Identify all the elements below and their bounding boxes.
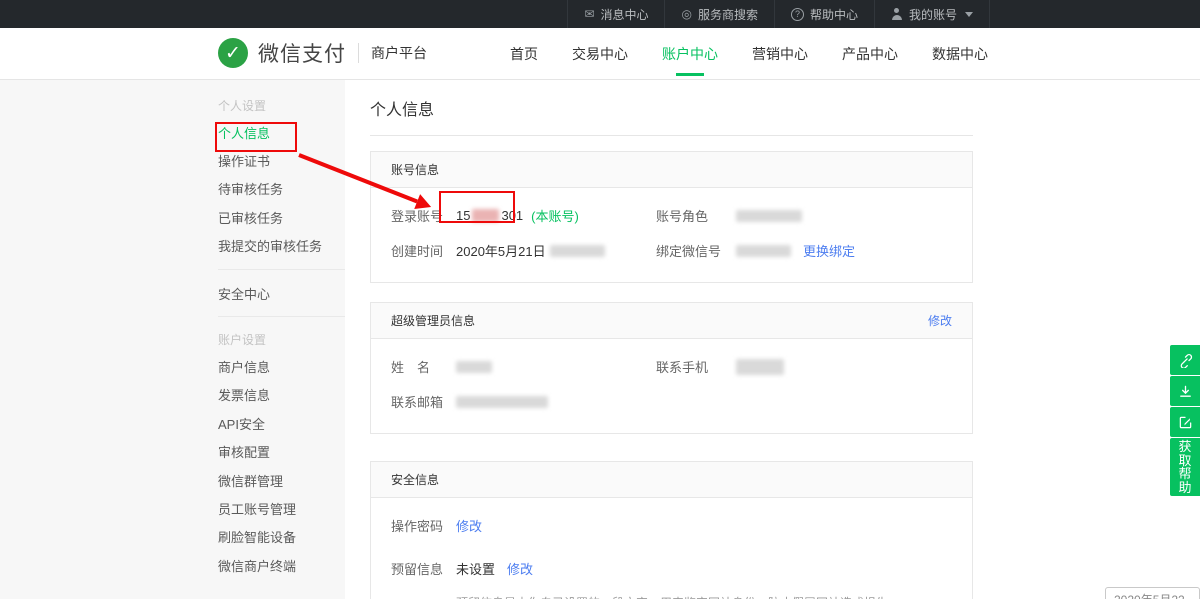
account-role-value-redacted — [736, 210, 802, 222]
link-button[interactable] — [1170, 345, 1200, 375]
message-icon: ✉ — [584, 8, 594, 20]
feedback-button[interactable] — [1170, 407, 1200, 437]
sidebar-item-reviewed-tasks[interactable]: 已审核任务 — [218, 203, 345, 231]
page-title: 个人信息 — [370, 80, 973, 120]
service-provider-search-label: 服务商搜索 — [698, 6, 758, 23]
help-center-label: 帮助中心 — [810, 6, 858, 23]
sidebar-item-staff-account-mgmt[interactable]: 员工账号管理 — [218, 494, 345, 522]
nav-marketing-center[interactable]: 营销中心 — [750, 40, 810, 68]
change-binding-link[interactable]: 更换绑定 — [803, 241, 855, 260]
wechat-pay-logo-icon: ✓ — [218, 38, 248, 68]
primary-nav: 首页 交易中心 账户中心 营销中心 产品中心 数据中心 — [508, 28, 990, 80]
top-utility-menu: ✉ 消息中心 ◎ 服务商搜索 ? 帮助中心 我的账号 — [567, 0, 990, 28]
message-center-link[interactable]: ✉ 消息中心 — [567, 0, 664, 28]
floating-toolbar: 获取帮助 — [1170, 345, 1200, 496]
search-icon: ◎ — [681, 8, 691, 20]
portal-name: 商户平台 — [371, 43, 427, 63]
message-center-label: 消息中心 — [600, 6, 648, 23]
security-info-card: 安全信息 操作密码 修改 预留信息 未设置 修改 预留信息是由你自己设置的一段文… — [370, 461, 973, 599]
sidebar-item-my-submitted-tasks[interactable]: 我提交的审核任务 — [218, 232, 345, 260]
annotation-box-login-account — [439, 191, 515, 223]
help-icon: ? — [791, 8, 804, 21]
super-admin-title: 超级管理员信息 — [391, 312, 475, 329]
name-value-redacted — [456, 361, 492, 373]
sidebar-item-merchant-info[interactable]: 商户信息 — [218, 352, 345, 380]
current-account-tag: (本账号) — [531, 206, 579, 225]
sidebar-item-security-center[interactable]: 安全中心 — [218, 279, 345, 307]
nav-home[interactable]: 首页 — [508, 40, 540, 68]
edit-icon — [1178, 415, 1193, 430]
my-account-label: 我的账号 — [909, 6, 957, 23]
brand-divider — [358, 43, 359, 63]
main-header: ✓ 微信支付 商户平台 首页 交易中心 账户中心 营销中心 产品中心 数据中心 — [0, 28, 1200, 80]
reserved-info-description: 预留信息是由你自己设置的一段文字，用来鉴定网站身份，防止假冒网站造成损失。 配置… — [456, 594, 952, 599]
get-help-label: 获取帮助 — [1178, 440, 1192, 494]
edit-admin-link[interactable]: 修改 — [928, 312, 952, 329]
account-info-title: 账号信息 — [391, 161, 439, 178]
nav-data-center[interactable]: 数据中心 — [930, 40, 990, 68]
sidebar-item-wechat-group-mgmt[interactable]: 微信群管理 — [218, 466, 345, 494]
bound-wechat-value-redacted — [736, 245, 791, 257]
contact-phone-value-redacted — [736, 359, 784, 375]
reserved-info-label: 预留信息 — [391, 559, 456, 578]
reserved-info-status: 未设置 — [456, 559, 495, 578]
title-divider — [370, 135, 973, 136]
sidebar-item-pending-review-tasks[interactable]: 待审核任务 — [218, 175, 345, 203]
sidebar-divider — [218, 316, 345, 317]
download-button[interactable] — [1170, 376, 1200, 406]
set-reserved-info-link[interactable]: 修改 — [507, 559, 533, 578]
created-time-value: 2020年5月21日 — [456, 241, 605, 260]
sidebar-group-personal-settings: 个人设置 — [218, 92, 345, 118]
top-utility-bar: ✉ 消息中心 ◎ 服务商搜索 ? 帮助中心 我的账号 — [0, 0, 1200, 28]
date-tooltip: 2020年5月22日 — [1105, 587, 1200, 599]
super-admin-card: 超级管理员信息 修改 姓 名 联系手机 联系邮箱 — [370, 302, 973, 434]
created-time-label: 创建时间 — [391, 241, 456, 260]
brand-name: 微信支付 — [258, 38, 346, 68]
change-password-link[interactable]: 修改 — [456, 516, 482, 535]
user-icon — [891, 8, 903, 20]
get-help-button[interactable]: 获取帮助 — [1170, 438, 1200, 496]
bound-wechat-label: 绑定微信号 — [656, 241, 736, 260]
sidebar-item-wechat-merchant-terminal[interactable]: 微信商户终端 — [218, 551, 345, 579]
download-icon — [1178, 384, 1193, 399]
sidebar: 个人设置 个人信息 操作证书 待审核任务 已审核任务 我提交的审核任务 安全中心… — [0, 80, 345, 599]
nav-account-center[interactable]: 账户中心 — [660, 40, 720, 68]
my-account-menu[interactable]: 我的账号 — [874, 0, 990, 28]
sidebar-group-account-settings: 账户设置 — [218, 326, 345, 352]
sidebar-item-invoice-info[interactable]: 发票信息 — [218, 381, 345, 409]
operation-password-label: 操作密码 — [391, 516, 456, 535]
contact-phone-label: 联系手机 — [656, 357, 736, 376]
redacted-blur — [550, 245, 605, 257]
contact-email-value-redacted — [456, 396, 548, 408]
chevron-down-icon — [965, 12, 973, 17]
brand[interactable]: ✓ 微信支付 商户平台 — [218, 38, 427, 68]
annotation-box-personal-info — [215, 122, 297, 152]
sidebar-item-api-security[interactable]: API安全 — [218, 409, 345, 437]
nav-transaction-center[interactable]: 交易中心 — [570, 40, 630, 68]
security-info-title: 安全信息 — [391, 471, 439, 488]
help-center-link[interactable]: ? 帮助中心 — [774, 0, 874, 28]
main-content: 个人信息 账号信息 登录账号 15301 (本账号) 账号角色 — [345, 80, 1200, 599]
link-icon — [1178, 353, 1193, 368]
contact-email-label: 联系邮箱 — [391, 392, 456, 411]
service-provider-search-link[interactable]: ◎ 服务商搜索 — [664, 0, 774, 28]
name-label: 姓 名 — [391, 357, 456, 376]
nav-product-center[interactable]: 产品中心 — [840, 40, 900, 68]
sidebar-divider — [218, 269, 345, 270]
sidebar-item-face-device[interactable]: 刷脸智能设备 — [218, 523, 345, 551]
sidebar-item-review-config[interactable]: 审核配置 — [218, 438, 345, 466]
account-role-label: 账号角色 — [656, 206, 736, 225]
